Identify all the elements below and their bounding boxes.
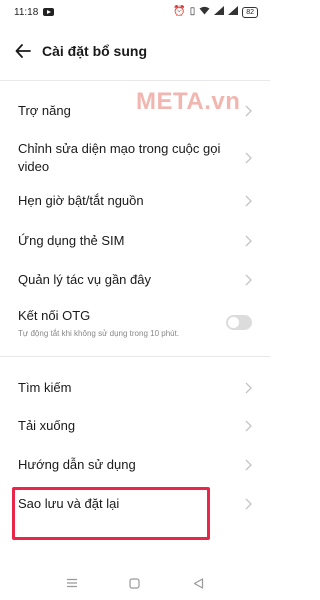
divider [0,356,270,357]
home-nav-icon[interactable] [128,576,142,590]
item-label: Hướng dẫn sử dụng [18,457,136,472]
chevron-right-icon [245,420,252,432]
list-item-search[interactable]: Tìm kiếm [0,376,270,400]
item-label: Quản lý tác vụ gần đây [18,272,151,287]
status-bar: 11:18 ⏰ ▯ 82 [0,0,270,24]
wifi-icon [199,6,210,18]
youtube-icon [43,8,55,16]
menu-nav-icon[interactable] [65,576,79,590]
status-time: 11:18 [14,6,39,18]
list-item-call-appearance[interactable]: Chỉnh sửa diện mạo trong cuộc gọi video [0,138,270,178]
chevron-right-icon [245,152,252,164]
list-item-downloads[interactable]: Tải xuống [0,414,270,438]
list-item-otg[interactable]: Kết nối OTG Tự động tắt khi không sử dụn… [0,304,270,340]
battery-icon: 82 [242,6,258,18]
item-label: Trợ năng [18,103,71,118]
item-label: Tìm kiếm [18,380,72,395]
list-item-user-guide[interactable]: Hướng dẫn sử dụng [0,453,270,477]
otg-text-group: Kết nối OTG Tự động tắt khi không sử dụn… [18,307,179,338]
alarm-icon: ⏰ [173,6,186,17]
highlight-annotation-box [12,487,210,540]
back-nav-icon[interactable] [191,576,205,590]
divider [0,80,270,81]
chevron-right-icon [245,235,252,247]
page-title: Cài đặt bổ sung [42,43,147,59]
system-nav-bar [0,568,270,598]
list-item-recent-tasks[interactable]: Quản lý tác vụ gần đây [0,268,270,292]
chevron-right-icon [245,459,252,471]
signal-icon [214,6,225,18]
item-sublabel: Tự động tắt khi không sử dụng trong 10 p… [18,328,180,338]
list-item-power-schedule[interactable]: Hẹn giờ bật/tắt nguồn [0,189,270,213]
item-label: Tải xuống [18,418,76,433]
vibrate-icon: ▯ [189,6,196,17]
list-item-sim-app[interactable]: Ứng dụng thẻ SIM [0,229,270,253]
status-left: 11:18 [14,6,55,18]
chevron-right-icon [245,498,252,510]
item-label: Kết nối OTG [18,307,91,323]
chevron-right-icon [245,274,252,286]
item-label: Chỉnh sửa diện mạo trong cuộc gọi video [18,141,221,174]
chevron-right-icon [245,105,252,117]
header: Cài đặt bổ sung [0,34,270,68]
item-label: Hẹn giờ bật/tắt nguồn [18,193,144,208]
list-item-accessibility[interactable]: Trợ năng [0,98,270,124]
item-label: Ứng dụng thẻ SIM [18,233,125,248]
signal-icon-2 [228,6,239,18]
status-right: ⏰ ▯ 82 [173,6,258,18]
back-arrow-icon[interactable] [12,40,34,62]
otg-toggle[interactable] [226,314,252,330]
chevron-right-icon [245,195,252,207]
chevron-right-icon [245,382,252,394]
